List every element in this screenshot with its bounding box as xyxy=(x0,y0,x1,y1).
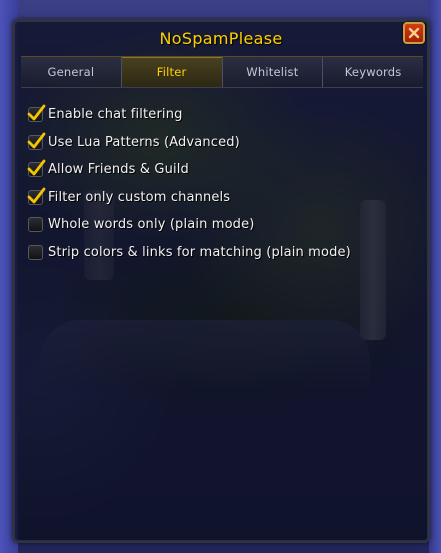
checkbox[interactable] xyxy=(27,159,46,178)
tab-whitelist[interactable]: Whitelist xyxy=(222,57,324,87)
option-label: Whole words only (plain mode) xyxy=(48,217,255,233)
option-whole-words-only[interactable]: Whole words only (plain mode) xyxy=(28,211,418,239)
checkmark-icon xyxy=(27,132,46,149)
checkbox[interactable] xyxy=(28,244,43,260)
filter-options-list: Enable chat filtering Use Lua Patterns (… xyxy=(27,101,418,267)
option-allow-friends-guild[interactable]: Allow Friends & Guild xyxy=(27,156,418,184)
checkbox[interactable] xyxy=(27,104,46,123)
tab-keywords[interactable]: Keywords xyxy=(323,57,423,87)
option-label: Enable chat filtering xyxy=(48,107,183,123)
checkmark-icon xyxy=(27,104,46,121)
option-label: Filter only custom channels xyxy=(48,189,231,205)
checkbox[interactable] xyxy=(27,132,46,150)
close-x-icon xyxy=(408,27,420,39)
tab-general[interactable]: General xyxy=(21,57,122,87)
tab-bar: General Filter Whitelist Keywords xyxy=(21,56,423,88)
option-strip-colors-links[interactable]: Strip colors & links for matching (plain… xyxy=(28,239,418,267)
checkmark-icon xyxy=(27,187,46,204)
option-enable-chat-filtering[interactable]: Enable chat filtering xyxy=(27,101,418,129)
tab-filter[interactable]: Filter xyxy=(121,57,223,87)
checkmark-icon xyxy=(27,159,46,176)
close-button[interactable] xyxy=(403,22,425,44)
addon-options-window: NoSpamPlease General Filter Whitelist Ke… xyxy=(12,19,430,543)
checkbox[interactable] xyxy=(28,217,43,233)
option-label: Strip colors & links for matching (plain… xyxy=(48,244,351,260)
option-use-lua-patterns[interactable]: Use Lua Patterns (Advanced) xyxy=(27,129,418,157)
window-title: NoSpamPlease xyxy=(159,29,283,48)
option-label: Use Lua Patterns (Advanced) xyxy=(48,134,240,150)
option-filter-custom-channels[interactable]: Filter only custom channels xyxy=(27,184,418,212)
option-label: Allow Friends & Guild xyxy=(48,162,189,178)
checkbox[interactable] xyxy=(27,187,46,205)
scenery-right-edge xyxy=(429,0,441,553)
